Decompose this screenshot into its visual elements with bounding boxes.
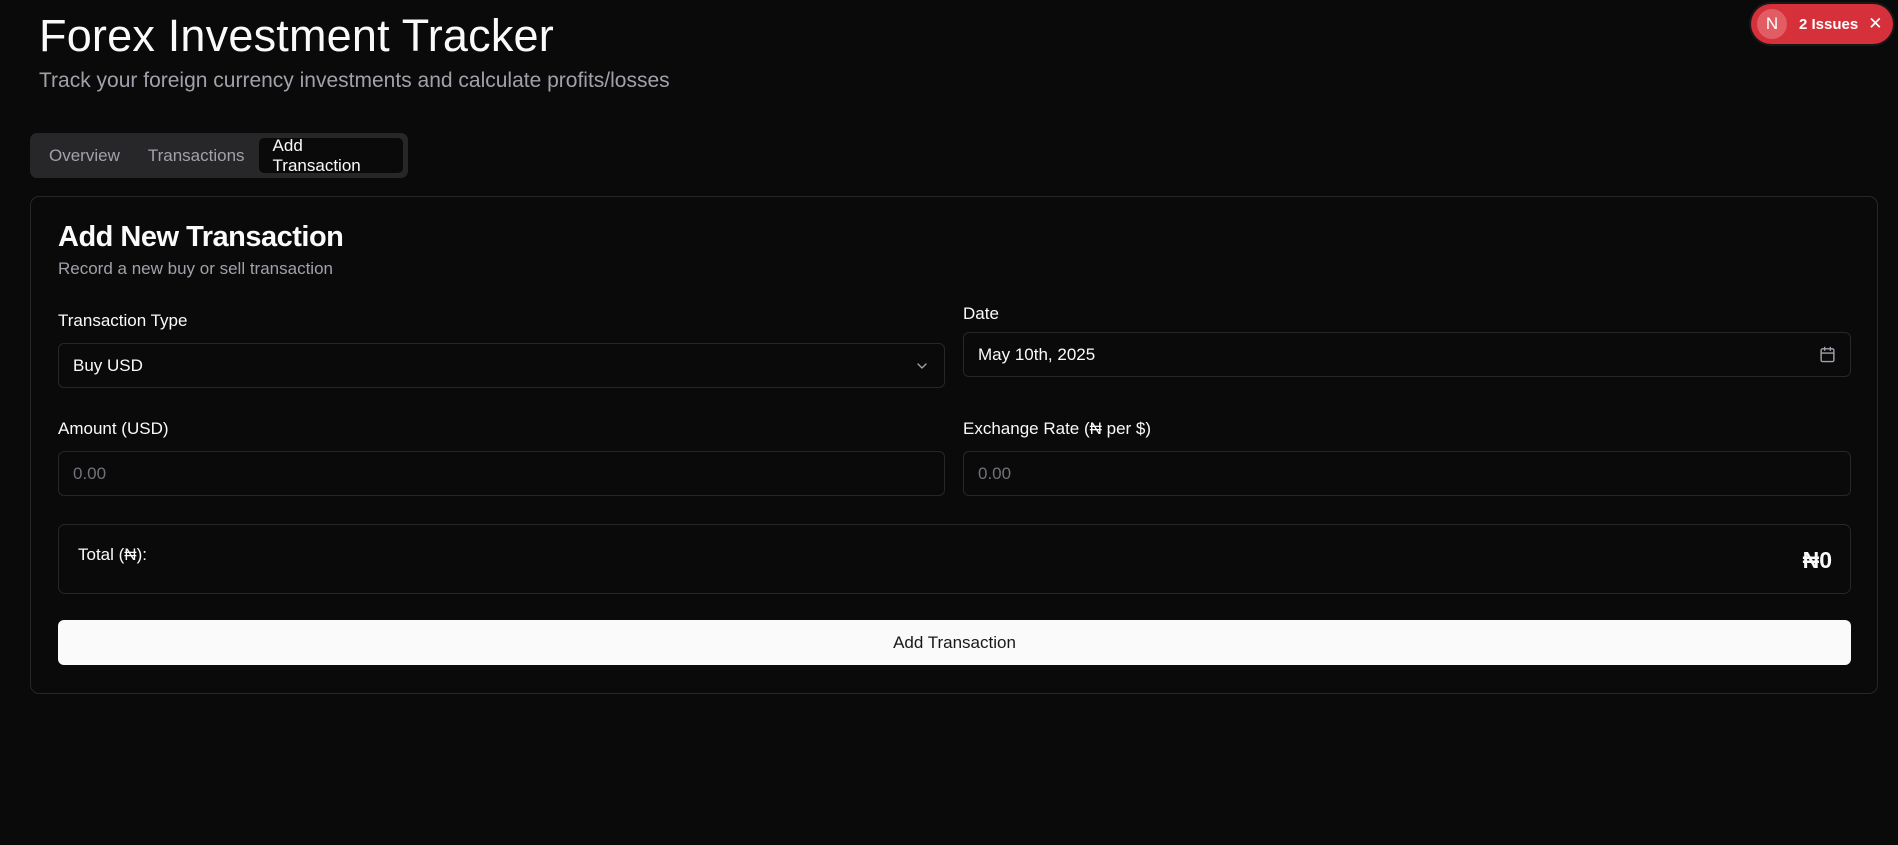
page-title: Forex Investment Tracker (39, 10, 554, 61)
exchange-rate-input[interactable] (978, 463, 1836, 484)
transaction-type-value: Buy USD (73, 355, 143, 375)
date-label: Date (963, 304, 999, 323)
amount-label: Amount (USD) (58, 419, 169, 438)
total-label: Total (₦): (78, 545, 147, 564)
close-icon[interactable]: ✕ (1868, 14, 1882, 34)
total-value: ₦0 (1802, 547, 1832, 573)
issues-count-label: 2 Issues (1799, 15, 1859, 33)
nextjs-logo-icon: N (1757, 9, 1787, 39)
tab-overview[interactable]: Overview (35, 138, 134, 173)
card-description: Record a new buy or sell transaction (58, 259, 333, 278)
total-summary: Total (₦): ₦0 (58, 524, 1851, 594)
page-subtitle: Track your foreign currency investments … (39, 69, 670, 92)
exchange-rate-field-wrapper (963, 451, 1851, 496)
chevron-down-icon (914, 358, 930, 374)
add-transaction-button[interactable]: Add Transaction (58, 620, 1851, 665)
exchange-rate-label: Exchange Rate (₦ per $) (963, 419, 1152, 438)
tab-transactions[interactable]: Transactions (134, 138, 259, 173)
add-transaction-card: Add New Transaction Record a new buy or … (30, 196, 1878, 694)
tab-list: Overview Transactions Add Transaction (30, 133, 408, 178)
tab-add-transaction[interactable]: Add Transaction (258, 136, 403, 175)
transaction-type-label: Transaction Type (58, 311, 188, 330)
amount-input[interactable] (73, 463, 930, 484)
date-value: May 10th, 2025 (978, 344, 1096, 364)
issues-badge[interactable]: N 2 Issues ✕ (1751, 4, 1893, 44)
amount-field-wrapper (58, 451, 945, 496)
calendar-icon (1819, 346, 1836, 363)
transaction-type-select[interactable]: Buy USD (58, 343, 945, 388)
date-picker[interactable]: May 10th, 2025 (963, 332, 1851, 377)
app-root: Forex Investment Tracker Track your fore… (0, 0, 1898, 845)
card-title: Add New Transaction (58, 221, 344, 253)
